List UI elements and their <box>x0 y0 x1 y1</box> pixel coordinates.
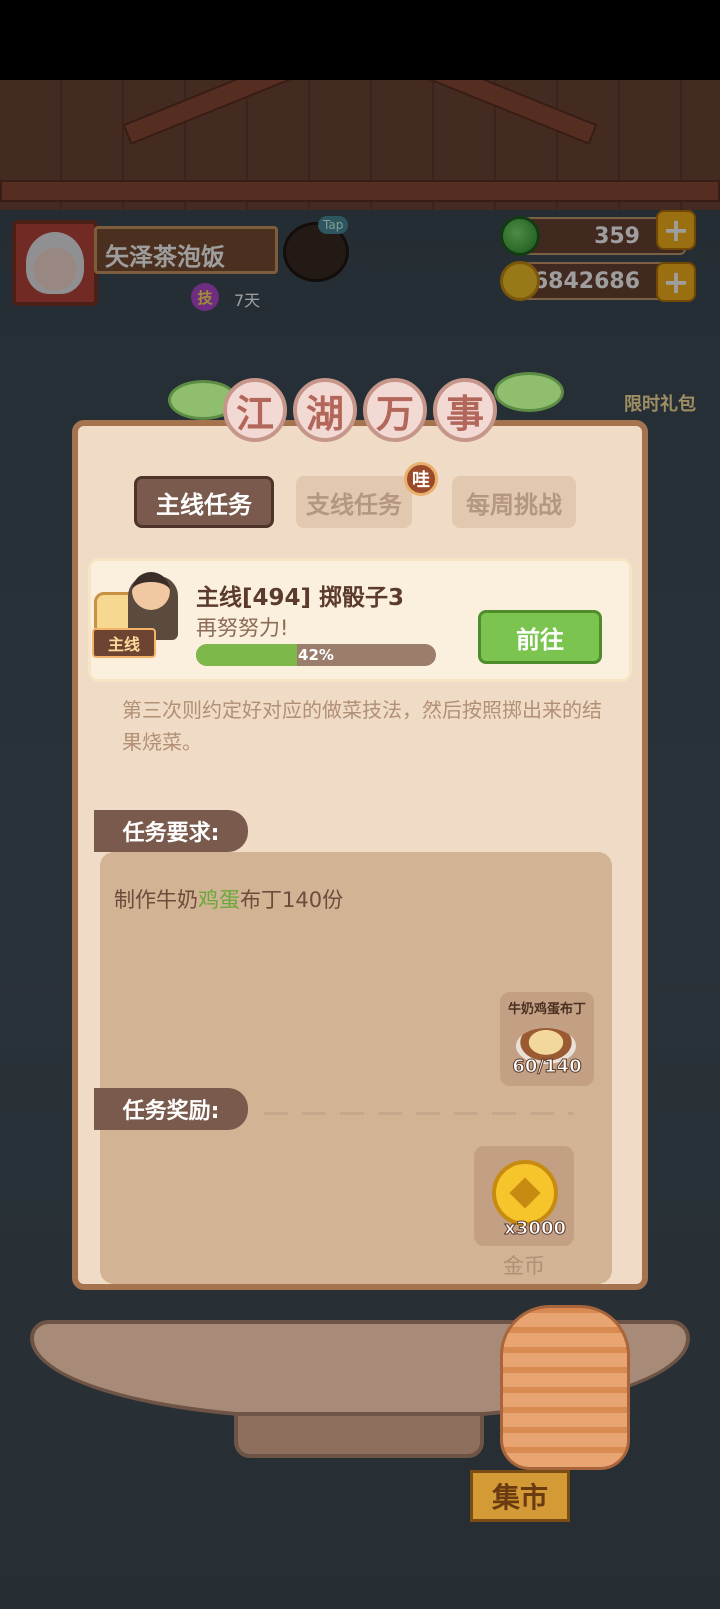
mainline-tag: 主线 <box>92 628 156 658</box>
tab-side-quests[interactable]: 支线任务 <box>296 476 412 528</box>
progress-text: 42% <box>298 646 334 664</box>
requirement-text-after: 布丁140份 <box>240 888 344 912</box>
dashed-divider <box>264 1112 574 1115</box>
title-char: 万 <box>363 378 427 442</box>
rewards-label: 任务奖励: <box>94 1088 248 1130</box>
quest-description: 第三次则约定好对应的做菜技法，然后按照掷出来的结果烧菜。 <box>122 698 602 754</box>
dish-name: 牛奶鸡蛋布丁 <box>507 1002 586 1017</box>
go-button[interactable]: 前往 <box>478 610 602 664</box>
reward-name: 金币 <box>503 1254 545 1278</box>
cat-mascot <box>500 1305 630 1470</box>
requirement-text: 制作牛奶鸡蛋布丁140份 <box>114 884 343 914</box>
title-char: 江 <box>223 378 287 442</box>
bowl-base-decoration <box>234 1412 484 1458</box>
market-button[interactable]: 集市 <box>470 1470 570 1522</box>
quest-title: 主线[494] 掷骰子3 <box>196 585 405 611</box>
requirement-text-before: 制作牛奶 <box>114 888 198 912</box>
quest-subtitle: 再努努力! <box>196 616 289 640</box>
quest-progress-bar: 42% <box>196 644 436 666</box>
coin-reward-icon <box>492 1160 558 1226</box>
title-char: 湖 <box>293 378 357 442</box>
requirement-highlight: 鸡蛋 <box>198 888 240 912</box>
new-badge: 哇 <box>404 462 438 496</box>
reward-quantity: x3000 <box>504 1218 567 1240</box>
character-head <box>132 572 170 610</box>
title-char: 事 <box>433 378 497 442</box>
panel-title: 江 湖 万 事 <box>200 370 520 460</box>
dish-count: 60/140 <box>512 1056 582 1078</box>
tab-main-quests[interactable]: 主线任务 <box>134 476 274 528</box>
tab-weekly-challenge[interactable]: 每周挑战 <box>452 476 576 528</box>
requirements-label: 任务要求: <box>94 810 248 852</box>
